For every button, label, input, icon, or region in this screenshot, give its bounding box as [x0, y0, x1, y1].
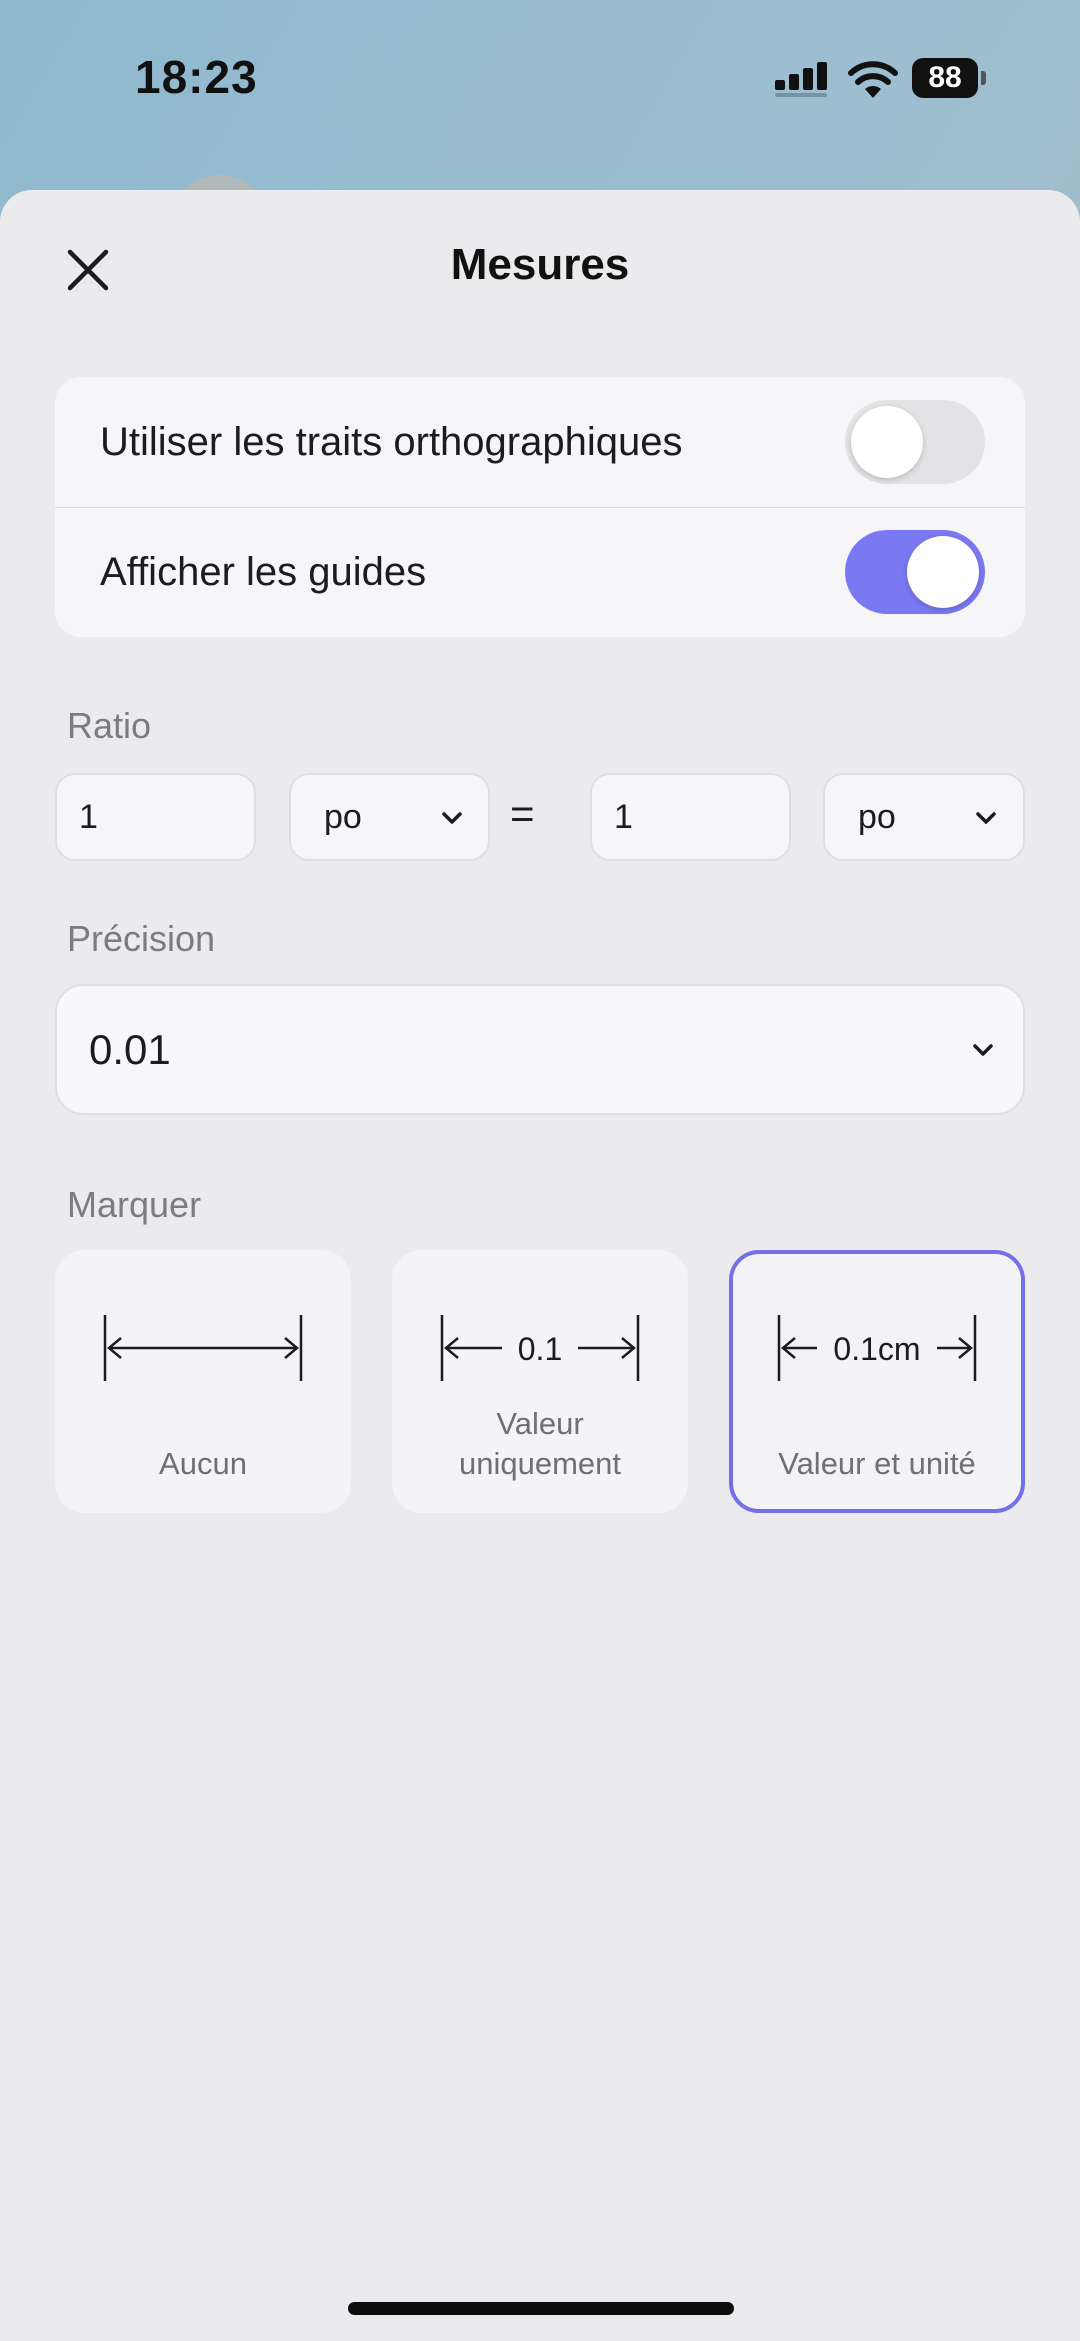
- battery-icon: 88: [912, 58, 986, 100]
- ratio-right-value: 1: [614, 798, 633, 836]
- switch-knob: [907, 536, 979, 608]
- precision-label: Précision: [67, 918, 216, 959]
- ratio-label: Ratio: [67, 705, 152, 746]
- marker-label: Marquer: [67, 1184, 202, 1225]
- toggle-row-guides: Afficher les guides: [55, 507, 1025, 637]
- marker-sample-text: 0.1: [518, 1331, 562, 1367]
- battery-level: 88: [912, 58, 978, 98]
- cellular-signal-icon: [775, 62, 827, 97]
- marker-sample-text: 0.1cm: [833, 1331, 920, 1367]
- toggle-row-orthographic: Utiliser les traits orthographiques: [55, 377, 1025, 508]
- guides-switch[interactable]: [845, 530, 985, 614]
- ratio-left-input[interactable]: 1: [55, 773, 256, 861]
- dimension-line-icon: [103, 1315, 303, 1381]
- measurements-sheet: Mesures Utiliser les traits orthographiq…: [0, 190, 1080, 2341]
- toggle-label: Afficher les guides: [100, 550, 427, 594]
- marker-option-label-line1: Valeur: [496, 1406, 584, 1441]
- dimension-line-value-icon: 0.1: [440, 1315, 640, 1381]
- ratio-left-value: 1: [79, 798, 98, 836]
- chevron-down-icon: [442, 812, 462, 824]
- toggle-label: Utiliser les traits orthographiques: [100, 420, 683, 464]
- ratio-right-unit-select[interactable]: po: [823, 773, 1025, 861]
- marker-option-label: Valeur et unité: [778, 1446, 976, 1481]
- precision-value: 0.01: [89, 1026, 171, 1073]
- status-time: 18:23: [135, 51, 258, 103]
- wifi-icon: [848, 61, 898, 98]
- status-bar: 18:23 88: [0, 0, 1080, 160]
- marker-option-label: Aucun: [159, 1446, 247, 1481]
- dimension-line-value-unit-icon: 0.1cm: [777, 1315, 977, 1381]
- marker-option-none[interactable]: Aucun: [55, 1250, 351, 1513]
- equals-sign: =: [510, 790, 535, 837]
- marker-option-value-only[interactable]: 0.1 Valeur uniquement: [392, 1250, 688, 1513]
- ratio-left-unit-select[interactable]: po: [289, 773, 490, 861]
- chevron-down-icon: [973, 1044, 993, 1056]
- marker-option-value-and-unit[interactable]: 0.1cm Valeur et unité: [729, 1250, 1025, 1513]
- home-indicator[interactable]: [348, 2302, 734, 2315]
- switch-knob: [851, 406, 923, 478]
- ratio-right-input[interactable]: 1: [590, 773, 791, 861]
- toggle-group: Utiliser les traits orthographiques Affi…: [55, 377, 1025, 637]
- ratio-right-unit: po: [858, 798, 896, 836]
- precision-select[interactable]: 0.01: [55, 984, 1025, 1115]
- marker-option-label-line2: uniquement: [458, 1446, 621, 1481]
- sheet-title: Mesures: [450, 240, 630, 289]
- orthographic-switch[interactable]: [845, 400, 985, 484]
- ratio-left-unit: po: [324, 798, 362, 836]
- chevron-down-icon: [976, 812, 996, 824]
